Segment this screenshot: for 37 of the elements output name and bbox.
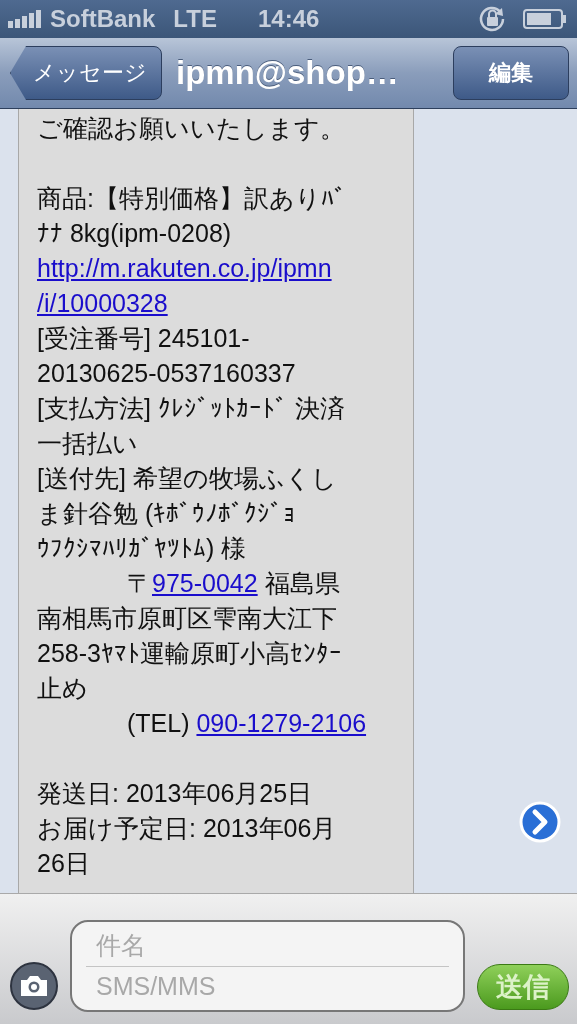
edit-button[interactable]: 編集 <box>453 46 569 100</box>
message-text: 南相馬市原町区雫南大江下 <box>37 604 337 632</box>
message-text: 発送日: 2013年06月25日 <box>37 779 313 807</box>
camera-icon <box>19 974 49 998</box>
message-link[interactable]: http://m.rakuten.co.jp/ipmn <box>37 254 332 282</box>
message-link[interactable]: /i/10000328 <box>37 289 168 317</box>
subject-field[interactable]: 件名 <box>86 925 449 966</box>
message-text: [支払方法] ｸﾚｼﾞｯﾄｶｰﾄﾞ 決済 <box>37 394 345 422</box>
message-text: ｳﾌｸｼﾏﾊﾘｶﾞﾔﾂﾄﾑ) 様 <box>37 534 247 562</box>
message-text: [送付先] 希望の牧場ふくし <box>37 464 337 492</box>
battery-icon <box>523 8 567 30</box>
message-text: 商品:【特別価格】訳ありﾊﾞ <box>37 184 347 212</box>
message-text: ご確認お願いいたします。 <box>37 114 345 142</box>
message-text: 止め <box>37 674 88 702</box>
camera-button[interactable] <box>10 962 58 1010</box>
message-text: 一括払い <box>37 429 138 457</box>
message-text: 〒 <box>127 569 152 597</box>
network-type: LTE <box>173 5 217 33</box>
message-text: 福島県 <box>263 569 340 597</box>
message-text: 26日 <box>37 849 90 877</box>
message-text: (TEL) <box>127 709 191 737</box>
back-button[interactable]: メッセージ <box>10 46 162 100</box>
message-link[interactable]: 975-0042 <box>152 569 258 597</box>
message-text: 258-3ﾔﾏﾄ運輸原町小高ｾﾝﾀｰ <box>37 639 342 667</box>
chevron-icon[interactable] <box>519 801 561 843</box>
message-text: 20130625-0537160337 <box>37 359 296 387</box>
message-text: [受注番号] 245101- <box>37 324 250 352</box>
carrier-name: SoftBank <box>50 5 156 33</box>
clock-time: 14:46 <box>258 5 320 33</box>
signal-icon <box>8 9 44 29</box>
message-text: お届け予定日: 2013年06月 <box>37 814 337 842</box>
compose-field[interactable]: 件名 SMS/MMS <box>70 920 465 1012</box>
message-text: ﾅﾅ 8kg(ipm-0208) <box>37 219 232 247</box>
message-link[interactable]: 090-1279-2106 <box>196 709 367 737</box>
message-text: ま針谷勉 (ｷﾎﾞｳﾉﾎﾞｸｼﾞｮ <box>37 499 297 527</box>
message-field[interactable]: SMS/MMS <box>86 966 449 1007</box>
conversation-title: ipmn@shop… <box>176 54 399 92</box>
